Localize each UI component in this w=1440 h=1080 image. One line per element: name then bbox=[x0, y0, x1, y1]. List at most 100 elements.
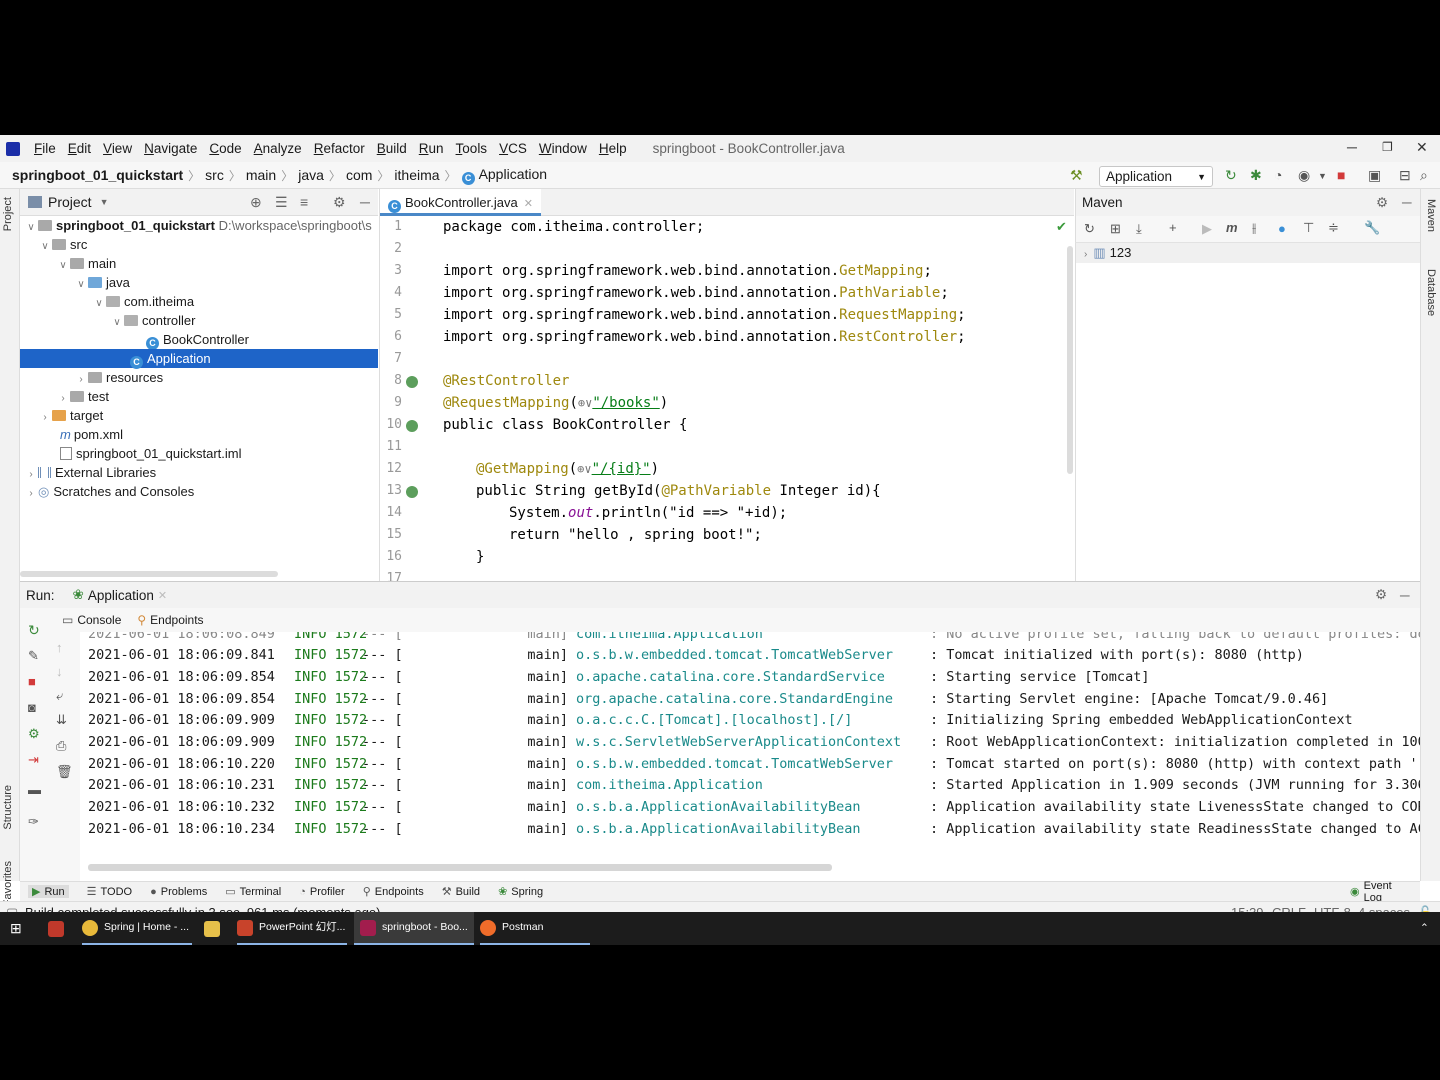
tree-item-pom[interactable]: m pom.xml bbox=[20, 425, 378, 444]
stop-icon[interactable]: ■ bbox=[1337, 167, 1345, 183]
tool-tab-build[interactable]: ⚒ Build bbox=[442, 885, 480, 899]
reload-icon[interactable]: ↻ bbox=[1084, 221, 1095, 237]
wrench-icon[interactable]: 🔧 bbox=[1364, 220, 1380, 236]
log-logger[interactable]: o.s.b.a.ApplicationAvailabilityBean bbox=[576, 797, 930, 817]
restore-icon[interactable]: ❐ bbox=[1382, 140, 1393, 154]
code-editor[interactable]: 1 2 3 4 5 6 7 8 9 10 11 12 13 14 15 16 1… bbox=[379, 216, 1074, 581]
menu-navigate[interactable]: Navigate bbox=[138, 141, 203, 156]
taskbar-powerpoint[interactable]: PowerPoint 幻灯... bbox=[237, 912, 347, 945]
expand-all-icon[interactable]: ☰ bbox=[275, 194, 288, 211]
layout-icon[interactable]: ⊟ bbox=[1399, 167, 1411, 184]
tree-item-bookcontroller[interactable]: C BookController bbox=[20, 330, 378, 350]
system-tray-chevron[interactable]: ⌃ bbox=[1420, 912, 1429, 945]
tab-maven-vertical[interactable]: Maven bbox=[1425, 199, 1437, 232]
tree-item-test[interactable]: › test bbox=[20, 387, 378, 406]
tree-item-external-libraries[interactable]: › External Libraries bbox=[20, 463, 378, 482]
project-panel-title[interactable]: Project bbox=[48, 194, 92, 210]
gear-icon[interactable]: ⚙ bbox=[1376, 195, 1388, 211]
maven-goal-icon[interactable]: m bbox=[1226, 220, 1238, 235]
log-logger[interactable]: com.itheima.Application bbox=[576, 775, 930, 795]
rerun-icon[interactable]: ↻ bbox=[1225, 167, 1237, 184]
scroll-to-end-icon[interactable]: ⇊ bbox=[56, 712, 67, 728]
tree-item-main[interactable]: ∨ main bbox=[20, 254, 378, 273]
menu-edit[interactable]: Edit bbox=[62, 141, 97, 156]
hide-panel-icon[interactable]: ─ bbox=[1402, 195, 1412, 210]
hide-panel-icon[interactable]: ─ bbox=[360, 194, 370, 210]
menu-run[interactable]: Run bbox=[413, 141, 450, 156]
tree-item-application[interactable]: C Application bbox=[20, 349, 378, 369]
exit-icon[interactable]: ⇥ bbox=[28, 752, 39, 768]
console-horizontal-scrollbar[interactable] bbox=[88, 864, 832, 871]
collapse-all-icon[interactable]: ≡ bbox=[300, 194, 308, 210]
camera-icon[interactable]: ◙ bbox=[28, 700, 36, 715]
breadcrumb-com[interactable]: com bbox=[342, 167, 376, 183]
tree-item-iml[interactable]: springboot_01_quickstart.iml bbox=[20, 444, 378, 463]
project-structure-icon[interactable]: ▣ bbox=[1368, 167, 1381, 184]
tab-bookcontroller-java[interactable]: C BookController.java ✕ bbox=[380, 189, 541, 216]
tool-tab-profiler[interactable]: ◔ Profiler bbox=[299, 886, 345, 898]
subtab-endpoints[interactable]: Endpoints bbox=[150, 613, 203, 627]
hammer-build-icon[interactable]: ⚒ bbox=[1070, 167, 1083, 184]
log-logger[interactable]: o.s.b.a.ApplicationAvailabilityBean bbox=[576, 819, 930, 839]
profiler-icon[interactable]: ◉ bbox=[1298, 167, 1310, 184]
request-mapping-gutter-icon[interactable] bbox=[406, 486, 418, 498]
gear-icon[interactable]: ⚙ bbox=[333, 194, 346, 211]
trash-icon[interactable]: 🗑 bbox=[56, 764, 73, 780]
tab-favorites-vertical[interactable]: Favorites bbox=[2, 861, 14, 906]
subtab-console[interactable]: Console bbox=[77, 613, 121, 627]
caret-down-icon[interactable]: ▼ bbox=[100, 197, 109, 207]
restore-layout-icon[interactable]: ⚙ bbox=[28, 726, 40, 742]
menu-vcs[interactable]: VCS bbox=[493, 141, 533, 156]
menu-file[interactable]: File bbox=[28, 141, 62, 156]
taskbar-intellij[interactable]: springboot - Boo... bbox=[354, 912, 474, 945]
tool-tab-endpoints[interactable]: ⚲ Endpoints bbox=[363, 885, 424, 899]
console-output[interactable]: 2021-06-01 18:06:08.849 INFO 1572--- [mai… bbox=[80, 632, 1420, 881]
chevron-right-icon[interactable]: › bbox=[24, 484, 38, 503]
breadcrumb-itheima[interactable]: itheima bbox=[390, 167, 443, 183]
code-text[interactable]: "/{id}" bbox=[592, 461, 651, 477]
menu-refactor[interactable]: Refactor bbox=[308, 141, 371, 156]
inspection-ok-icon[interactable]: ✔ bbox=[1056, 219, 1067, 235]
search-icon[interactable]: ⌕ bbox=[1420, 167, 1428, 184]
menu-window[interactable]: Window bbox=[533, 141, 593, 156]
tree-item-com-itheima[interactable]: ∨ com.itheima bbox=[20, 292, 378, 311]
log-logger[interactable]: o.s.b.w.embedded.tomcat.TomcatWebServer bbox=[576, 754, 930, 774]
gear-icon[interactable]: ⚙ bbox=[1375, 587, 1387, 603]
soft-wrap-icon[interactable]: ⤶ bbox=[56, 688, 63, 704]
rerun-icon[interactable]: ↻ bbox=[28, 622, 40, 639]
tool-tab-terminal[interactable]: ▭ Terminal bbox=[225, 885, 281, 899]
maven-project-item[interactable]: › ▥ 123 bbox=[1076, 243, 1421, 263]
close-icon[interactable]: ✕ bbox=[1416, 139, 1428, 156]
breadcrumb-main[interactable]: main bbox=[242, 167, 280, 183]
breadcrumb-java[interactable]: java bbox=[294, 167, 328, 183]
tree-item-src[interactable]: ∨ src bbox=[20, 235, 378, 254]
more-dropdown-icon[interactable]: ▼ bbox=[1318, 171, 1327, 181]
collapse-icon[interactable]: ≑ bbox=[1328, 220, 1339, 236]
code-text[interactable]: "/books" bbox=[592, 395, 659, 411]
run-icon[interactable]: ▶ bbox=[1202, 221, 1212, 237]
tool-tab-problems[interactable]: ● Problems bbox=[150, 886, 207, 898]
tree-item-target[interactable]: › target bbox=[20, 406, 378, 425]
close-tab-icon[interactable]: ✕ bbox=[524, 198, 533, 210]
breadcrumb-application[interactable]: C Application bbox=[458, 166, 552, 185]
menu-view[interactable]: View bbox=[97, 141, 138, 156]
log-logger[interactable]: o.apache.catalina.core.StandardService bbox=[576, 667, 930, 687]
spring-bean-gutter-icon[interactable] bbox=[406, 376, 418, 388]
coverage-icon[interactable]: ◔ bbox=[1274, 167, 1282, 183]
taskbar-app-icon[interactable] bbox=[48, 912, 70, 945]
menu-tools[interactable]: Tools bbox=[450, 141, 494, 156]
minimize-icon[interactable]: ─ bbox=[1347, 139, 1357, 155]
run-configuration-select[interactable]: Application ▼ bbox=[1099, 166, 1213, 187]
project-tree-scrollbar[interactable] bbox=[20, 571, 278, 577]
breadcrumb-src[interactable]: src bbox=[201, 167, 228, 183]
tab-structure-vertical[interactable]: Structure bbox=[2, 785, 14, 830]
add-folder-icon[interactable]: ⊞ bbox=[1110, 221, 1121, 237]
print-icon[interactable]: ⎙ bbox=[56, 738, 66, 754]
taskbar-postman[interactable]: Postman bbox=[480, 912, 590, 945]
tree-item-controller[interactable]: ∨ controller bbox=[20, 311, 378, 330]
locate-icon[interactable]: ⊕ bbox=[250, 194, 262, 211]
down-arrow-icon[interactable]: ↓ bbox=[56, 664, 63, 679]
add-icon[interactable]: + bbox=[1169, 220, 1177, 235]
layout-icon[interactable]: ▬ bbox=[28, 782, 41, 797]
skip-tests-icon[interactable]: ● bbox=[1278, 221, 1286, 236]
